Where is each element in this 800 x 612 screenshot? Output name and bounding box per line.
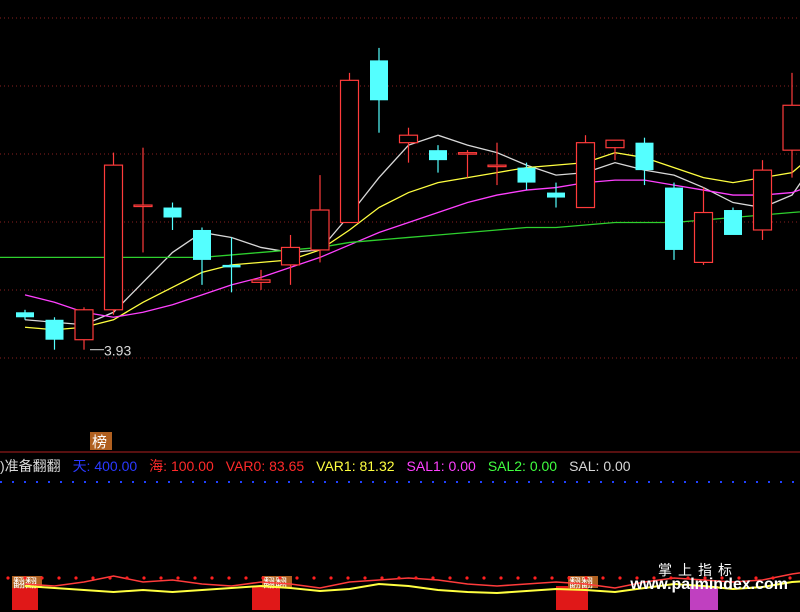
low-price-label: 3.93 xyxy=(104,343,131,359)
candle-body-up xyxy=(280,246,301,266)
indicator-dot xyxy=(499,576,503,580)
candle-body-down xyxy=(370,60,388,101)
indicator-dot xyxy=(244,576,248,580)
indicator-dot xyxy=(567,576,571,580)
badge-bang-text: 榜 xyxy=(92,433,107,451)
indicator-item-label: VAR0: xyxy=(225,458,266,474)
indicator-dot xyxy=(516,576,520,580)
indicator-item-label: SAL2: xyxy=(487,458,526,474)
candle-body-up xyxy=(605,139,625,149)
candle-body-down xyxy=(222,264,241,268)
indicator-dot xyxy=(465,576,469,580)
indicator-item: 海: 100.00 xyxy=(149,458,214,474)
candle-body-up xyxy=(457,152,478,155)
indicator-item: VAR1: 81.32 xyxy=(316,458,394,474)
indicator-dot xyxy=(40,576,44,580)
indicator-dot xyxy=(788,576,792,580)
indicator-item-label: 天: xyxy=(72,458,91,474)
indicator-dot xyxy=(346,576,350,580)
candle-body-up xyxy=(398,134,419,144)
indicator-dot xyxy=(482,576,486,580)
candle-body-up xyxy=(487,164,507,168)
ma-line-magenta xyxy=(24,179,800,318)
indicator-dot xyxy=(125,576,129,580)
candle-body-down xyxy=(724,210,742,235)
candle-body-up xyxy=(251,279,271,283)
candle-body-up xyxy=(339,79,360,224)
indicator-dot xyxy=(278,576,282,580)
candle-body-up xyxy=(133,204,153,208)
candle-body-down xyxy=(45,319,64,340)
watermark-url: www.palmindex.com xyxy=(630,576,788,593)
candle-body-down xyxy=(665,187,683,250)
indicator-dot xyxy=(363,576,367,580)
indicator-dot xyxy=(397,576,401,580)
indicator-dot xyxy=(295,576,299,580)
candle-body-up xyxy=(103,164,124,311)
candle-body-down xyxy=(547,192,565,198)
indicator-item: VAR0: 83.65 xyxy=(226,458,304,474)
indicator-dot xyxy=(312,576,316,580)
indicator-dot xyxy=(159,576,163,580)
indicator-dot xyxy=(108,576,112,580)
indicator-dot xyxy=(176,576,180,580)
indicator-prefix: ) xyxy=(0,458,5,474)
indicator-item-value: 0.00 xyxy=(599,458,631,474)
indicator-item-value: 83.65 xyxy=(265,458,305,474)
indicator-item-value: 81.32 xyxy=(355,458,395,474)
indicator-item-value: 0.00 xyxy=(525,458,558,474)
indicator-dot xyxy=(142,576,146,580)
indicator-item: 天: 400.00 xyxy=(73,458,138,474)
indicator-dot xyxy=(550,576,554,580)
indicator-dot xyxy=(601,576,605,580)
indicator-dot xyxy=(193,576,197,580)
indicator-item: SAL: 0.00 xyxy=(569,458,631,474)
indicator-dot xyxy=(618,576,622,580)
indicator-item-label: VAR1: xyxy=(316,458,356,474)
indicator-dot xyxy=(329,576,333,580)
indicator-item-value: 100.00 xyxy=(167,458,214,474)
candle-body-up xyxy=(782,104,800,151)
ma-line-green xyxy=(25,211,800,259)
kline-chart: 3.935.2榜翻翻翻翻翻翻 xyxy=(0,17,800,610)
candle-body-up xyxy=(693,211,714,264)
indicator-name: 准备翻翻 xyxy=(4,458,61,474)
candle-body-up xyxy=(575,142,596,209)
indicator-dot xyxy=(380,576,384,580)
indicator-dot xyxy=(57,576,61,580)
indicator-dot xyxy=(448,576,452,580)
indicator-dot xyxy=(6,576,10,580)
candle-body-down xyxy=(16,312,34,318)
indicator-dot xyxy=(91,576,95,580)
indicator-dot xyxy=(431,576,435,580)
indicator-item-value: 0.00 xyxy=(444,458,476,474)
candle-body-down xyxy=(635,142,654,171)
indicator-dot xyxy=(23,576,27,580)
candle-body-up xyxy=(310,209,330,251)
candle-body-down xyxy=(429,150,447,161)
indicator-dot xyxy=(227,576,231,580)
indicator-item-label: SAL1: xyxy=(406,458,445,474)
candle-body-up xyxy=(74,309,94,341)
candle-body-down xyxy=(163,207,182,218)
indicator-dot xyxy=(261,576,265,580)
indicator-item-label: 海: xyxy=(149,458,168,474)
indicator-dot xyxy=(584,576,588,580)
indicator-item-value: 400.00 xyxy=(90,458,138,474)
indicator-bar: )准备翻翻 天: 400.00 海: 100.00 VAR0: 83.65 VAR1:… xyxy=(0,455,800,477)
candle-body-down xyxy=(193,229,211,260)
candle-body-down xyxy=(517,167,536,183)
indicator-dot xyxy=(74,576,78,580)
candle-body-up xyxy=(752,169,773,231)
indicator-dot xyxy=(210,576,214,580)
indicator-dot xyxy=(414,576,418,580)
indicator-item-label: SAL: xyxy=(569,458,600,474)
indicator-dot xyxy=(533,576,537,580)
indicator-item: SAL2: 0.00 xyxy=(488,458,557,474)
indicator-item: SAL1: 0.00 xyxy=(407,458,476,474)
